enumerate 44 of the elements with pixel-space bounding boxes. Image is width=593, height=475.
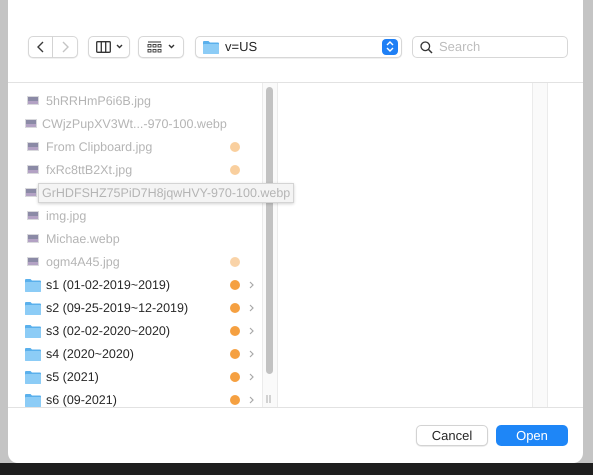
image-file-icon (25, 119, 37, 128)
cancel-button[interactable]: Cancel (416, 425, 488, 446)
search-field[interactable]: Search (412, 36, 568, 58)
chevron-right-icon (249, 280, 254, 288)
image-file-icon (27, 234, 39, 243)
folder-name[interactable]: s5 (2021) (46, 368, 99, 384)
folder-name[interactable]: s4 (2020~2020) (46, 346, 134, 362)
chevron-right-icon (62, 40, 68, 52)
folder-name[interactable]: s2 (09-25-2019~12-2019) (46, 300, 188, 316)
folder-icon (25, 300, 41, 314)
folder-icon (25, 346, 41, 360)
image-file-icon (27, 257, 39, 266)
image-file-icon (27, 142, 39, 151)
grid-icon (147, 40, 162, 52)
folder-icon (203, 40, 219, 54)
chevron-right-icon (249, 326, 254, 334)
view-mode-button[interactable] (88, 36, 130, 58)
resize-grip-icon[interactable] (266, 395, 271, 403)
chevron-right-icon (249, 350, 254, 358)
open-button[interactable]: Open (496, 425, 568, 446)
folder-icon (25, 370, 41, 384)
search-icon (420, 40, 433, 54)
location-label: v=US (225, 39, 258, 54)
folder-icon (25, 324, 41, 338)
caret-icon (168, 44, 175, 49)
folder-icon (25, 278, 41, 292)
image-file-icon (27, 165, 39, 174)
back-button[interactable] (28, 36, 53, 58)
image-file-icon (25, 188, 37, 197)
folder-icon (25, 392, 41, 406)
group-button[interactable] (138, 36, 184, 58)
caret-icon (116, 44, 122, 49)
stepper-icon (382, 38, 398, 54)
columns-icon (96, 40, 110, 52)
folder-name[interactable]: s1 (01-02-2019~2019) (46, 276, 170, 292)
chevron-right-icon (249, 396, 254, 404)
folder-name[interactable]: s6 (09-2021) (46, 392, 117, 408)
chevron-right-icon (249, 304, 254, 312)
chevron-right-icon (249, 372, 254, 380)
chevron-left-icon (37, 40, 44, 52)
location-popup[interactable]: v=US (195, 36, 402, 58)
image-file-icon (27, 211, 39, 220)
folder-name[interactable]: s3 (02-02-2020~2020) (46, 322, 170, 338)
image-file-icon (27, 96, 39, 105)
